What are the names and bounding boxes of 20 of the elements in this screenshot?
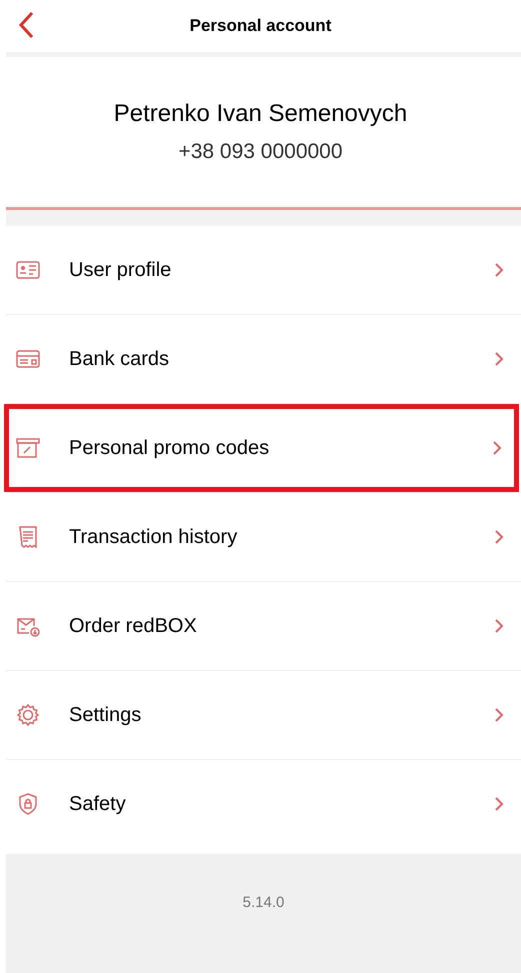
chevron-right-icon bbox=[494, 796, 504, 812]
menu-item[interactable]: Personal promo codes bbox=[4, 404, 519, 492]
menu-item[interactable]: User profile bbox=[6, 226, 521, 314]
page-title: Personal account bbox=[190, 15, 332, 38]
chevron-right-icon bbox=[494, 351, 504, 367]
phone-number: +38 093 0000000 bbox=[178, 139, 343, 166]
menu-item[interactable]: Safety bbox=[6, 760, 521, 848]
version-label: 5.14.0 bbox=[242, 893, 284, 913]
menu-item[interactable]: Transaction history bbox=[6, 493, 521, 581]
chevron-right-icon bbox=[492, 440, 502, 456]
chevron-right-icon bbox=[494, 529, 504, 545]
chevron-right-icon bbox=[494, 707, 504, 723]
menu-item[interactable]: Order redBOX bbox=[6, 582, 521, 670]
menu-item[interactable]: Bank cards bbox=[6, 315, 521, 403]
chevron-right-icon bbox=[494, 618, 504, 634]
gear-icon bbox=[15, 703, 41, 727]
menu-item[interactable]: Settings bbox=[6, 671, 521, 759]
back-chevron-icon bbox=[18, 11, 34, 39]
user-name: Petrenko Ivan Semenovych bbox=[114, 99, 408, 130]
chevron-right-icon bbox=[494, 262, 504, 278]
